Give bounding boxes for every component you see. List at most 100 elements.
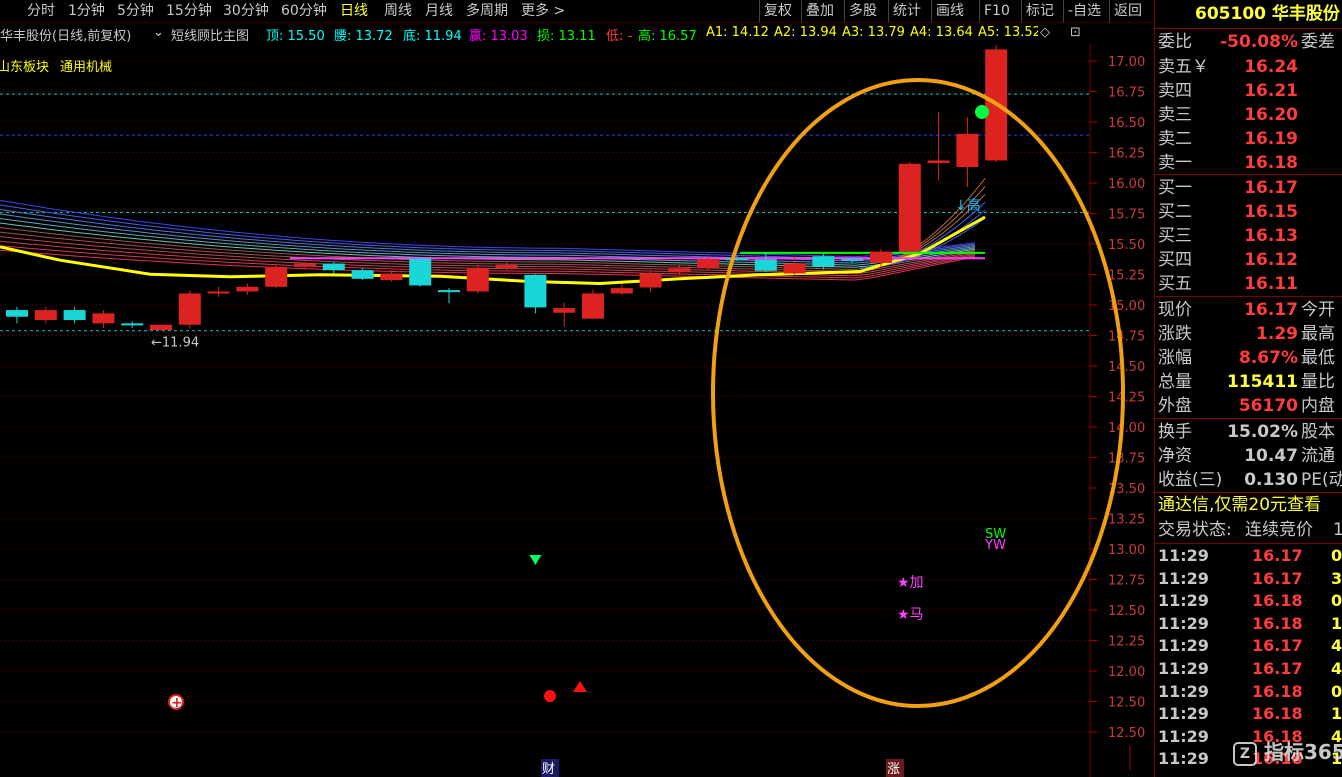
quote-value: 8.67% xyxy=(1239,348,1298,368)
period-tab-4[interactable]: 30分钟 xyxy=(223,1,269,21)
quote-label: 净资 xyxy=(1158,446,1192,466)
candle-body[interactable] xyxy=(812,256,835,267)
candle-body[interactable] xyxy=(668,268,691,273)
diamond-icon[interactable]: ◇ xyxy=(1040,25,1050,40)
period-tab-2[interactable]: 5分钟 xyxy=(117,1,154,21)
quote-extra-label: 今开 xyxy=(1301,300,1335,320)
toolbar-button-3[interactable]: 统计 xyxy=(893,1,921,21)
candle-body[interactable] xyxy=(207,291,230,294)
candle-body[interactable] xyxy=(582,293,604,319)
tick-time: 11:29 xyxy=(1158,613,1209,633)
period-tab-1[interactable]: 1分钟 xyxy=(68,1,105,21)
chart-title-bar: 华丰股份(日线,前复权) ⌄ 短线顾比主图 顶: 15.50 腰: 13.72 … xyxy=(0,23,1090,45)
candle-body[interactable] xyxy=(754,259,777,271)
quote-label: 外盘 xyxy=(1158,396,1192,416)
quote-extra-label: PE(动 xyxy=(1301,470,1342,490)
toolbar-button-0[interactable]: 复权 xyxy=(764,1,792,21)
candle-body[interactable] xyxy=(783,263,806,274)
tick-volume: 0 xyxy=(1331,546,1342,565)
candle-body[interactable] xyxy=(466,268,489,292)
candle-body[interactable] xyxy=(639,273,662,288)
quote-row: 换手 15.02% 股本 xyxy=(1155,420,1342,444)
candle-body[interactable] xyxy=(610,288,633,294)
quote-row: 买五 16.11 xyxy=(1155,272,1342,296)
promo-link[interactable]: 通达信,仅需20元查看 xyxy=(1155,493,1342,517)
candle-body[interactable] xyxy=(438,290,460,293)
tick-time: 11:29 xyxy=(1158,681,1209,701)
divider xyxy=(1155,174,1342,175)
candle-body[interactable] xyxy=(553,308,576,313)
y-axis-label: 14.50 xyxy=(1108,360,1145,375)
y-axis-label: 16.25 xyxy=(1108,147,1145,162)
period-tab-5[interactable]: 60分钟 xyxy=(281,1,327,21)
period-tab-0[interactable]: 分时 xyxy=(27,1,55,21)
candle-body[interactable] xyxy=(409,258,432,286)
quote-row: 外盘 56170 内盘 xyxy=(1155,394,1342,418)
divider xyxy=(1155,418,1342,419)
candle-body[interactable] xyxy=(956,133,979,168)
quote-row: 卖五￥ 16.24 xyxy=(1155,55,1342,79)
window-toggle-icon[interactable]: ⊡ xyxy=(1070,25,1081,40)
toolbar-button-1[interactable]: 叠加 xyxy=(806,1,834,21)
period-tab-7[interactable]: 周线 xyxy=(384,1,412,21)
toolbar-button-8[interactable]: 返回 xyxy=(1114,1,1142,21)
quote-row: 卖三 16.20 xyxy=(1155,103,1342,127)
candle-body[interactable] xyxy=(92,313,115,324)
high-price-label: ←16.37 xyxy=(1006,45,1054,48)
quote-row: 收益(三) 0.130 PE(动 xyxy=(1155,468,1342,492)
trading-status: 交易状态: 连续竞价 1 xyxy=(1155,518,1342,542)
candle-body[interactable] xyxy=(121,323,144,326)
quote-label: 收益(三) xyxy=(1158,470,1223,490)
candle-body[interactable] xyxy=(294,263,316,267)
quote-extra-label: 委差 xyxy=(1301,32,1335,52)
candle-body[interactable] xyxy=(870,251,892,263)
toolbar-button-6[interactable]: 标记 xyxy=(1026,1,1054,21)
candle-body[interactable] xyxy=(236,286,259,292)
y-axis-label: 12.50 xyxy=(1108,604,1145,619)
period-tab-8[interactable]: 月线 xyxy=(425,1,453,21)
quote-label: 买一 xyxy=(1158,178,1192,198)
period-tab-10[interactable]: 更多 > xyxy=(521,1,565,21)
candle-body[interactable] xyxy=(524,274,547,308)
candle-body[interactable] xyxy=(6,310,28,317)
quote-row: 净资 10.47 流通 xyxy=(1155,444,1342,468)
toolbar-separator xyxy=(759,0,760,22)
tick-row: 11:29 16.18 0 xyxy=(1155,590,1342,613)
quote-value: 16.19 xyxy=(1244,129,1298,149)
candle-body[interactable] xyxy=(178,293,201,325)
period-tab-9[interactable]: 多周期 xyxy=(466,1,508,21)
candle-body[interactable] xyxy=(841,258,864,261)
candle-body[interactable] xyxy=(495,264,518,269)
toolbar-button-5[interactable]: F10 xyxy=(984,1,1010,21)
divider xyxy=(1155,296,1342,297)
candle-body[interactable] xyxy=(34,310,57,321)
indicator-a5-value: A5: 13.52 xyxy=(978,25,1038,40)
y-axis-label: 12.50 xyxy=(1108,726,1145,741)
candle-body[interactable] xyxy=(898,163,921,252)
candle-body[interactable] xyxy=(697,258,720,269)
candle-body[interactable] xyxy=(322,263,345,271)
toolbar-button-4[interactable]: 画线 xyxy=(936,1,964,21)
period-tab-6[interactable]: 日线 xyxy=(340,1,368,21)
ma-ribbon-line xyxy=(0,199,976,258)
toolbar-button-2[interactable]: 多股 xyxy=(849,1,877,21)
stock-title[interactable]: 华丰股份(日线,前复权) xyxy=(0,25,131,44)
candlestick-chart[interactable]: 17.00 16.75 16.50 16.25 16.00 15.75 15.50 15.25… xyxy=(0,45,1154,777)
indicator-dropdown-icon[interactable]: ⌄ xyxy=(153,25,164,40)
indicator-name[interactable]: 短线顾比主图 xyxy=(171,25,249,44)
tick-row: 11:29 16.17 0 xyxy=(1155,545,1342,568)
candle-body[interactable] xyxy=(351,270,374,279)
candle-body[interactable] xyxy=(150,324,172,331)
candle-body[interactable] xyxy=(380,273,403,281)
candle-body[interactable] xyxy=(726,258,748,261)
quote-value: 56170 xyxy=(1238,396,1298,416)
indicator-win-value: 赢: 13.03 xyxy=(469,29,528,44)
period-tab-3[interactable]: 15分钟 xyxy=(166,1,212,21)
candle-body[interactable] xyxy=(63,310,86,321)
gao-marker: ↓高 xyxy=(955,197,981,214)
candle-body[interactable] xyxy=(265,266,288,287)
toolbar-button-7[interactable]: -自选 xyxy=(1068,1,1101,21)
indicator-a4-value: A4: 13.64 xyxy=(910,25,973,40)
status-tail: 1 xyxy=(1333,520,1342,540)
candle-body[interactable] xyxy=(927,160,950,164)
